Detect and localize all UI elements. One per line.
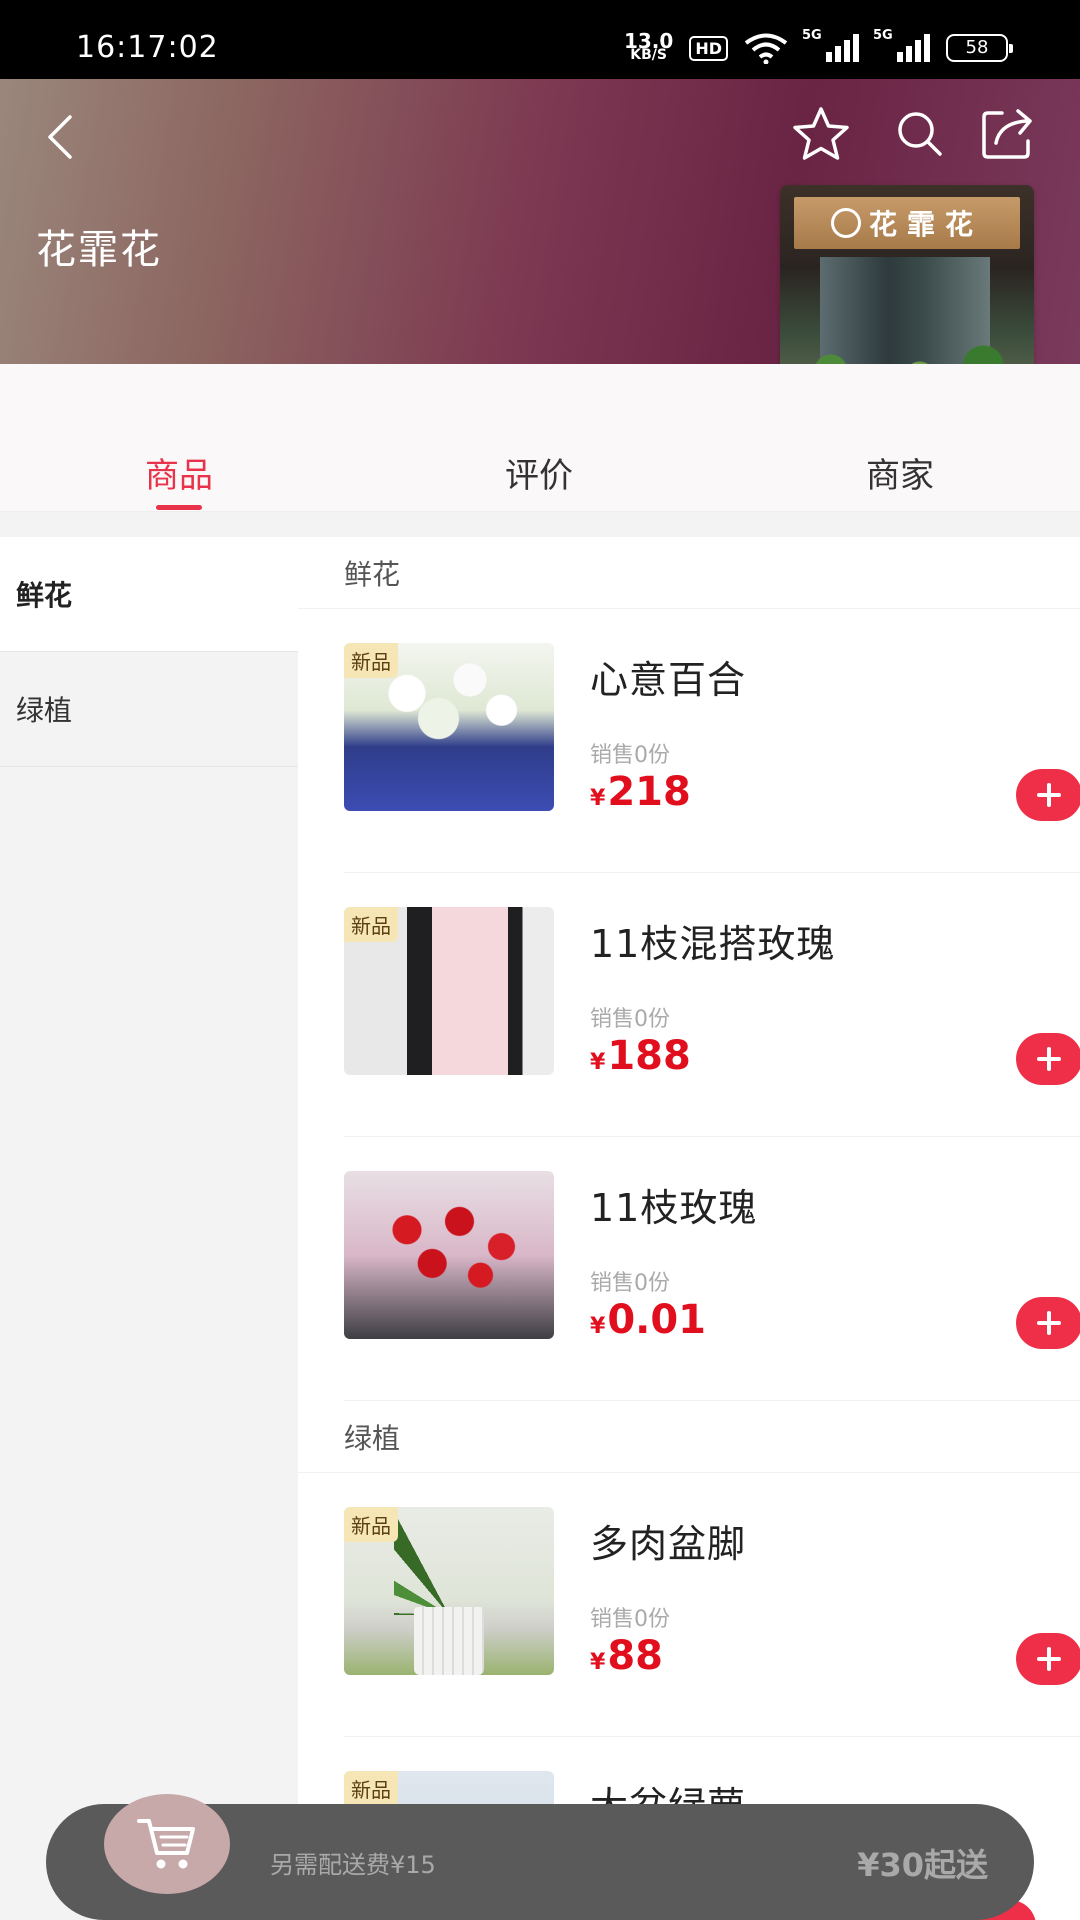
tab-merchant[interactable]: 商家 <box>866 448 934 497</box>
price-value: 188 <box>607 1033 691 1079</box>
status-indicators: 13.0 KB/S HD 5G 5G 58 <box>623 28 1013 68</box>
wifi-icon <box>744 33 788 64</box>
plant-pot <box>414 1607 484 1675</box>
product-image[interactable] <box>344 1171 554 1339</box>
cart-button[interactable] <box>104 1794 230 1894</box>
cart-icon <box>137 1819 195 1869</box>
price-value: 0.01 <box>607 1297 707 1343</box>
tab-bar: 商品 评价 商家 <box>0 364 1080 512</box>
share-icon[interactable] <box>980 105 1036 161</box>
signal-2-icon: 5G <box>873 28 930 62</box>
new-badge: 新品 <box>344 643 398 678</box>
add-to-cart-button[interactable] <box>1016 1297 1080 1349</box>
product-name: 心意百合 <box>590 658 747 702</box>
plus-icon <box>1037 1047 1061 1071</box>
plus-icon <box>1037 1311 1061 1335</box>
product-item[interactable]: 11枝玫瑰 销售0份 ¥0.01 <box>344 1137 1080 1401</box>
product-item[interactable]: 新品 11枝混搭玫瑰 销售0份 ¥188 <box>344 873 1080 1137</box>
price-value: 88 <box>607 1633 663 1679</box>
price-currency: ¥ <box>590 786 606 811</box>
price-currency: ¥ <box>590 1050 606 1075</box>
price-currency: ¥ <box>590 1650 606 1675</box>
product-price: ¥188 <box>590 1033 691 1079</box>
product-name: 11枝混搭玫瑰 <box>590 922 836 966</box>
star-icon[interactable] <box>790 105 852 163</box>
product-price: ¥88 <box>590 1633 663 1679</box>
net-speed: 13.0 KB/S <box>623 29 674 63</box>
add-to-cart-button[interactable] <box>1016 1633 1080 1685</box>
store-sign: 花霏花 <box>794 197 1020 249</box>
status-time: 16:17:02 <box>76 30 219 65</box>
sidebar-item-flowers[interactable]: 鲜花 <box>0 537 298 652</box>
tab-products[interactable]: 商品 <box>145 448 213 497</box>
battery-icon: 58 <box>946 34 1013 62</box>
store-photo[interactable]: 花霏花 <box>780 185 1034 391</box>
net-speed-value: 13.0 <box>623 29 674 53</box>
signal-1-label: 5G <box>802 28 822 43</box>
product-list: 鲜花 新品 心意百合 销售0份 ¥218 新品 11枝混搭玫瑰 销售0份 ¥18… <box>298 537 1080 1920</box>
product-item[interactable]: 新品 心意百合 销售0份 ¥218 <box>344 609 1080 873</box>
hd-badge: HD <box>689 35 728 61</box>
new-badge: 新品 <box>344 1507 398 1542</box>
section-header-flowers: 鲜花 <box>298 537 1080 609</box>
section-header-plants: 绿植 <box>298 1401 1080 1473</box>
store-name: 花霏花 <box>36 227 162 273</box>
plus-icon <box>1037 783 1061 807</box>
product-image[interactable]: 新品 <box>344 643 554 811</box>
sidebar-item-plants[interactable]: 绿植 <box>0 652 298 767</box>
product-price: ¥0.01 <box>590 1297 706 1343</box>
tab-reviews[interactable]: 评价 <box>505 448 573 497</box>
product-name: 多肉盆脚 <box>590 1522 747 1566</box>
add-to-cart-button[interactable] <box>1016 769 1080 821</box>
tab-indicator <box>156 505 202 510</box>
product-name: 11枝玫瑰 <box>590 1186 758 1230</box>
product-sales: 销售0份 <box>590 1007 670 1032</box>
back-icon[interactable] <box>40 109 84 165</box>
category-sidebar: 鲜花 绿植 <box>0 537 298 1920</box>
plus-icon <box>1037 1647 1061 1671</box>
status-bar: 16:17:02 13.0 KB/S HD 5G 5G 58 <box>0 0 1080 79</box>
min-order-label: ¥30起送 <box>857 1846 988 1884</box>
price-value: 218 <box>607 769 691 815</box>
product-price: ¥218 <box>590 769 691 815</box>
new-badge: 新品 <box>344 1771 398 1806</box>
product-sales: 销售0份 <box>590 1271 670 1296</box>
product-image[interactable]: 新品 <box>344 1507 554 1675</box>
product-sales: 销售0份 <box>590 743 670 768</box>
new-badge: 新品 <box>344 907 398 942</box>
search-icon[interactable] <box>893 107 945 159</box>
product-image[interactable]: 新品 <box>344 907 554 1075</box>
product-sales: 销售0份 <box>590 1607 670 1632</box>
store-logo-icon <box>830 208 861 238</box>
product-item[interactable]: 新品 多肉盆脚 销售0份 ¥88 <box>344 1473 1080 1737</box>
add-to-cart-button[interactable] <box>1016 1033 1080 1085</box>
delivery-fee: 另需配送费¥15 <box>270 1851 436 1879</box>
price-currency: ¥ <box>590 1314 606 1339</box>
signal-2-label: 5G <box>873 28 893 43</box>
signal-1-icon: 5G <box>802 28 859 62</box>
net-speed-unit: KB/S <box>630 47 667 63</box>
aloe-leaves <box>394 1515 504 1615</box>
store-sign-text: 花霏花 <box>868 208 983 241</box>
